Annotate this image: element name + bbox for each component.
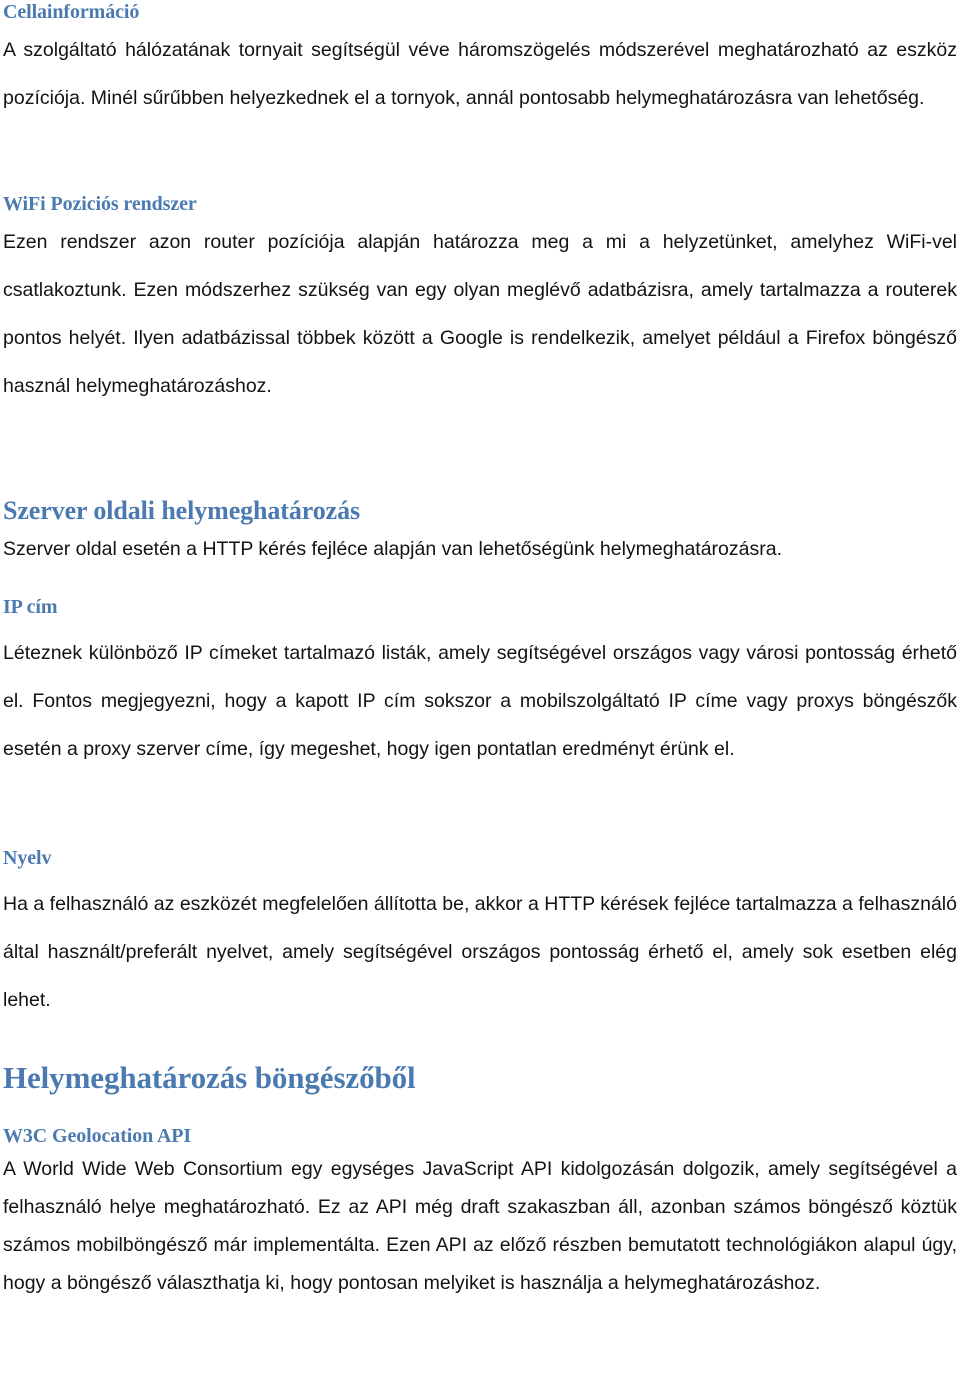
section-ip-cim: IP cím Léteznek különböző IP címeket tar…: [3, 597, 957, 773]
heading-cellainformacio: Cellainformáció: [3, 1, 140, 23]
paragraph-nyelv: Ha a felhasználó az eszközét megfelelően…: [3, 893, 957, 1011]
heading-helymeghatarozas-bongeszobol: Helymeghatározás böngészőből: [3, 1060, 416, 1095]
heading-nyelv: Nyelv: [3, 847, 52, 869]
paragraph-ip-cim: Léteznek különböző IP címeket tartalmazó…: [3, 642, 957, 760]
paragraph-szerver-oldali-helymeghatarozas: Szerver oldal esetén a HTTP kérés fejléc…: [3, 538, 783, 560]
paragraph-w3c-geolocation-api: A World Wide Web Consortium egy egységes…: [3, 1158, 957, 1294]
heading-wifi-pozicios-rendszer: WiFi Poziciós rendszer: [3, 193, 197, 215]
heading-szerver-oldali-helymeghatarozas: Szerver oldali helymeghatározás: [3, 496, 360, 525]
section-w3c-geolocation-api: W3C Geolocation API A World Wide Web Con…: [3, 1126, 957, 1302]
heading-ip-cim: IP cím: [3, 596, 58, 618]
document-page: Cellainformáció A szolgáltató hálózatána…: [0, 0, 960, 1384]
heading-w3c-geolocation-api: W3C Geolocation API: [3, 1125, 192, 1147]
section-nyelv: Nyelv Ha a felhasználó az eszközét megfe…: [3, 848, 957, 1024]
section-wifi-pozicios-rendszer: WiFi Poziciós rendszer Ezen rendszer azo…: [3, 194, 957, 410]
paragraph-cellainformacio: A szolgáltató hálózatának tornyait segít…: [3, 39, 957, 109]
section-szerver-oldali-helymeghatarozas: Szerver oldali helymeghatározás Szerver …: [3, 498, 957, 568]
section-helymeghatarozas-bongeszobol: Helymeghatározás böngészőből: [3, 1062, 957, 1093]
paragraph-wifi-pozicios-rendszer: Ezen rendszer azon router pozíciója alap…: [3, 231, 957, 397]
section-cellainformacio: Cellainformáció A szolgáltató hálózatána…: [3, 2, 957, 122]
